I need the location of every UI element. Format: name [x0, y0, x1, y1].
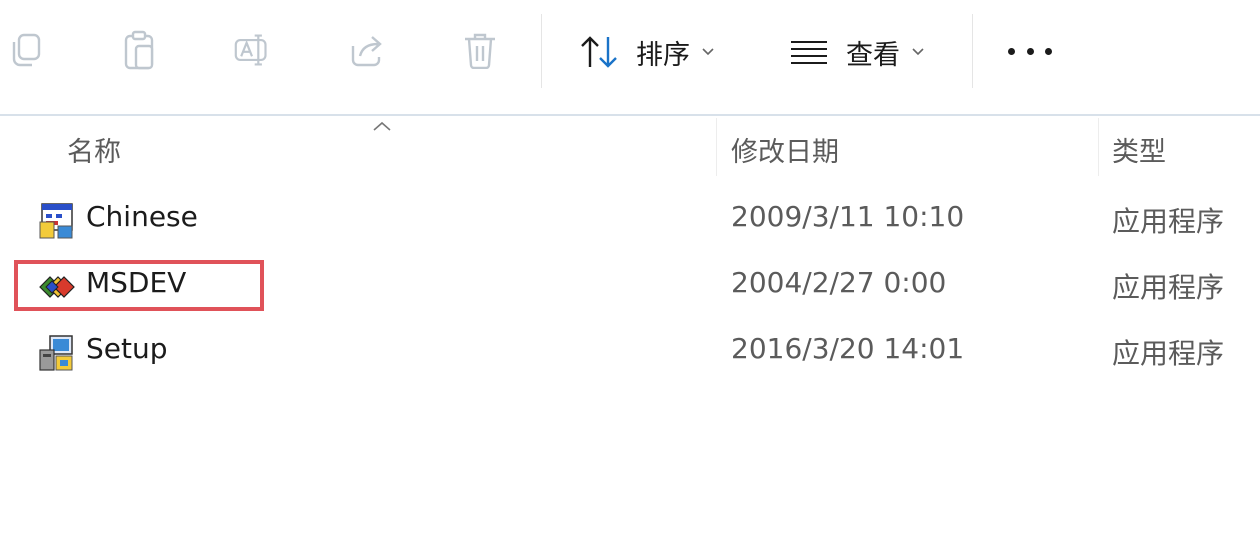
column-separator[interactable] [1098, 118, 1099, 176]
msdev-app-icon [38, 268, 76, 306]
toolbar-separator [972, 14, 973, 88]
file-type: 应用程序 [1112, 271, 1225, 304]
toolbar-separator [541, 14, 542, 88]
chevron-down-icon [702, 48, 714, 56]
sort-ascending-indicator-icon [373, 116, 391, 135]
share-icon[interactable] [348, 30, 384, 70]
view-label: 查看 [846, 39, 900, 71]
delete-icon[interactable] [462, 30, 498, 70]
view-icon [790, 40, 828, 64]
sort-button[interactable]: 排序 [580, 30, 714, 74]
file-modified-date: 2016/3/20 14:01 [731, 332, 965, 365]
file-row[interactable]: Chinese 2009/3/11 10:10 应用程序 [0, 188, 1260, 252]
file-modified-date: 2009/3/11 10:10 [731, 200, 965, 233]
setup-installer-icon [38, 334, 76, 372]
file-type: 应用程序 [1112, 337, 1225, 370]
column-header-type[interactable]: 类型 [1112, 130, 1166, 169]
paste-icon[interactable] [122, 30, 158, 70]
file-name: MSDEV [86, 266, 187, 299]
file-name: Setup [86, 332, 168, 365]
view-button[interactable]: 查看 [790, 30, 924, 74]
more-icon[interactable] [1008, 36, 1052, 66]
file-row[interactable]: MSDEV 2004/2/27 0:00 应用程序 [0, 254, 1260, 318]
header-divider [0, 114, 1260, 116]
copy-icon[interactable] [8, 30, 44, 70]
file-name: Chinese [86, 200, 198, 233]
sort-label: 排序 [636, 39, 690, 71]
file-type: 应用程序 [1112, 205, 1225, 238]
column-separator[interactable] [716, 118, 717, 176]
chevron-down-icon [912, 48, 924, 56]
command-bar: 排序 查看 [0, 0, 1260, 100]
sort-icon [580, 35, 620, 69]
file-row[interactable]: Setup 2016/3/20 14:01 应用程序 [0, 320, 1260, 384]
file-modified-date: 2004/2/27 0:00 [731, 266, 947, 299]
column-header-name[interactable]: 名称 [67, 130, 121, 169]
rename-icon[interactable] [234, 30, 270, 70]
column-header-date[interactable]: 修改日期 [731, 130, 839, 169]
application-window-icon [38, 202, 76, 240]
